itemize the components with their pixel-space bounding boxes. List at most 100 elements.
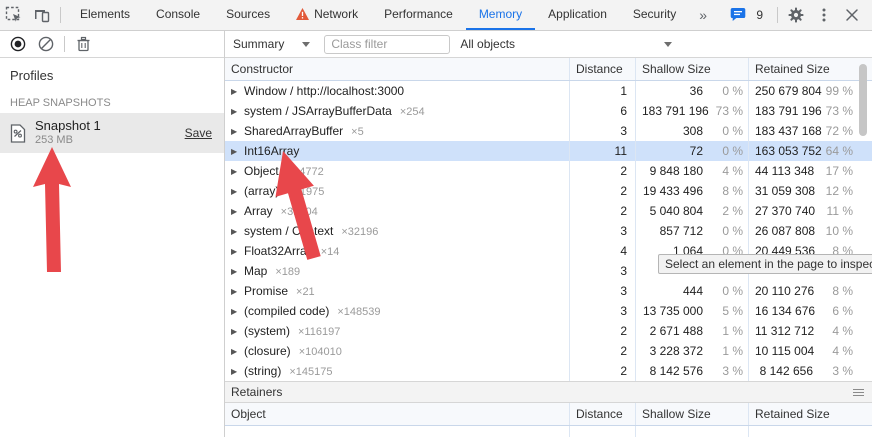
record-heap-icon[interactable] xyxy=(4,30,32,58)
shallow-size-cell: 857 7120 % xyxy=(635,221,748,241)
class-filter-input[interactable] xyxy=(324,35,450,54)
disclosure-triangle-icon[interactable]: ▶ xyxy=(231,202,244,221)
column-header-retained-size[interactable]: Retained Size xyxy=(748,403,858,425)
tab-performance[interactable]: Performance xyxy=(371,0,466,30)
disclosure-triangle-icon[interactable]: ▶ xyxy=(231,162,244,181)
column-header-distance[interactable]: Distance xyxy=(569,403,635,425)
kebab-menu-icon[interactable] xyxy=(810,1,838,29)
disclosure-triangle-icon[interactable]: ▶ xyxy=(231,362,244,381)
constructor-cell: ▶(compiled code)×148539 xyxy=(225,301,569,321)
constructor-cell: ▶Window / http://localhost:3000 xyxy=(225,81,569,101)
perspective-select[interactable]: Summary xyxy=(233,37,310,51)
table-row[interactable]: ▶Array×3150425 040 8042 %27 370 74011 % xyxy=(225,201,872,221)
tab-application[interactable]: Application xyxy=(535,0,620,30)
snapshot-size: 253 MB xyxy=(35,134,185,148)
memory-panel: Profiles HEAP SNAPSHOTS Snapshot 1 253 M… xyxy=(0,31,872,437)
vertical-scrollbar-thumb[interactable] xyxy=(859,64,867,136)
toolbar-divider xyxy=(60,7,61,23)
constructor-name: SharedArrayBuffer xyxy=(244,124,343,138)
devtools-tabbar: Elements Console SourcesNetworkPerformance… xyxy=(0,0,872,31)
distance-cell: 2 xyxy=(569,361,635,381)
column-header-shallow-size[interactable]: Shallow Size xyxy=(635,58,748,80)
distance-cell: 3 xyxy=(569,221,635,241)
shallow-size-cell: 3080 % xyxy=(635,121,748,141)
tab-network[interactable]: Network xyxy=(283,0,371,30)
tab-label: Console xyxy=(156,7,200,21)
messages-count-badge: 9 xyxy=(756,8,763,22)
distance-cell: 2 xyxy=(569,181,635,201)
retainers-empty-area xyxy=(225,426,872,437)
retained-size-cell: 11 312 7124 % xyxy=(748,321,858,341)
instance-count: ×189 xyxy=(275,266,300,278)
scrollbar-gutter xyxy=(858,161,872,181)
inspect-cursor-icon[interactable] xyxy=(0,1,28,29)
save-snapshot-link[interactable]: Save xyxy=(185,126,212,140)
table-row[interactable]: ▶(compiled code)×148539313 735 0005 %16 … xyxy=(225,301,872,321)
hamburger-menu-icon[interactable] xyxy=(853,387,864,398)
distance-cell: 1 xyxy=(569,81,635,101)
delete-icon[interactable] xyxy=(69,30,97,58)
tab-label: Memory xyxy=(479,7,522,21)
disclosure-triangle-icon[interactable]: ▶ xyxy=(231,302,244,321)
tab-console[interactable]: Console xyxy=(143,0,213,30)
tab-label: Application xyxy=(548,7,607,21)
close-icon[interactable] xyxy=(838,1,866,29)
tab-sources[interactable]: Sources xyxy=(213,0,283,30)
scrollbar-gutter xyxy=(858,321,872,341)
table-row[interactable]: ▶(array)×31975219 433 4968 %31 059 30812… xyxy=(225,181,872,201)
more-tabs-button[interactable]: » xyxy=(689,7,717,23)
disclosure-triangle-icon[interactable]: ▶ xyxy=(231,222,244,241)
disclosure-triangle-icon[interactable]: ▶ xyxy=(231,122,244,141)
shallow-size-cell: 8 142 5763 % xyxy=(635,361,748,381)
disclosure-triangle-icon[interactable]: ▶ xyxy=(231,242,244,261)
objects-filter-select[interactable]: All objects xyxy=(460,37,672,51)
gear-icon[interactable] xyxy=(782,1,810,29)
column-header-distance[interactable]: Distance xyxy=(569,58,635,80)
devtools-window: Elements Console SourcesNetworkPerformance… xyxy=(0,0,872,437)
disclosure-triangle-icon[interactable]: ▶ xyxy=(231,182,244,201)
disclosure-triangle-icon[interactable]: ▶ xyxy=(231,282,244,301)
distance-cell: 2 xyxy=(569,321,635,341)
column-header-retained-size[interactable]: Retained Size xyxy=(748,58,858,80)
disclosure-triangle-icon[interactable]: ▶ xyxy=(231,142,244,161)
retained-size-cell: 27 370 74011 % xyxy=(748,201,858,221)
snapshot-item[interactable]: Snapshot 1 253 MB Save xyxy=(0,113,224,153)
constructor-name: Window / http://localhost:3000 xyxy=(244,84,404,98)
table-row[interactable]: ▶system / Context×321963857 7120 %26 087… xyxy=(225,221,872,241)
scrollbar-gutter xyxy=(858,201,872,221)
disclosure-triangle-icon[interactable]: ▶ xyxy=(231,102,244,121)
table-row[interactable]: ▶Object×4477229 848 1804 %44 113 34817 % xyxy=(225,161,872,181)
disclosure-triangle-icon[interactable]: ▶ xyxy=(231,322,244,341)
snapshot-text: Snapshot 1 253 MB xyxy=(35,118,185,148)
device-toolbar-icon[interactable] xyxy=(28,1,56,29)
table-row[interactable]: ▶Promise×2134440 %20 110 2768 % xyxy=(225,281,872,301)
instance-count: ×44772 xyxy=(287,166,324,178)
instance-count: ×31975 xyxy=(287,186,324,198)
distance-cell: 2 xyxy=(569,161,635,181)
tab-elements[interactable]: Elements xyxy=(67,0,143,30)
constructor-name: system / Context xyxy=(244,224,333,238)
table-row[interactable]: ▶system / JSArrayBufferData×2546183 791 … xyxy=(225,101,872,121)
column-header-shallow-size[interactable]: Shallow Size xyxy=(635,403,748,425)
disclosure-triangle-icon[interactable]: ▶ xyxy=(231,82,244,101)
table-row[interactable]: ▶(system)×11619722 671 4881 %11 312 7124… xyxy=(225,321,872,341)
table-row[interactable]: ▶SharedArrayBuffer×533080 %183 437 16872… xyxy=(225,121,872,141)
table-row[interactable]: ▶Int16Array11720 %163 053 75264 % xyxy=(225,141,872,161)
disclosure-triangle-icon[interactable]: ▶ xyxy=(231,262,244,281)
constructor-name: Array xyxy=(244,204,273,218)
constructor-name: Map xyxy=(244,264,267,278)
column-header-object[interactable]: Object xyxy=(225,403,569,425)
clear-profiles-icon[interactable] xyxy=(32,30,60,58)
tab-label: Security xyxy=(633,7,676,21)
table-row[interactable]: ▶Window / http://localhost:30001360 %250… xyxy=(225,81,872,101)
table-row[interactable]: ▶(string)×14517528 142 5763 %8 142 6563 … xyxy=(225,361,872,381)
instance-count: ×145175 xyxy=(289,366,332,378)
instance-count: ×21 xyxy=(296,286,315,298)
console-messages-icon[interactable] xyxy=(724,1,752,29)
constructor-cell: ▶system / JSArrayBufferData×254 xyxy=(225,101,569,121)
tab-security[interactable]: Security xyxy=(620,0,689,30)
table-row[interactable]: ▶(closure)×10401023 228 3721 %10 115 004… xyxy=(225,341,872,361)
tab-memory[interactable]: Memory xyxy=(466,0,535,30)
column-header-constructor[interactable]: Constructor xyxy=(225,58,569,80)
disclosure-triangle-icon[interactable]: ▶ xyxy=(231,342,244,361)
